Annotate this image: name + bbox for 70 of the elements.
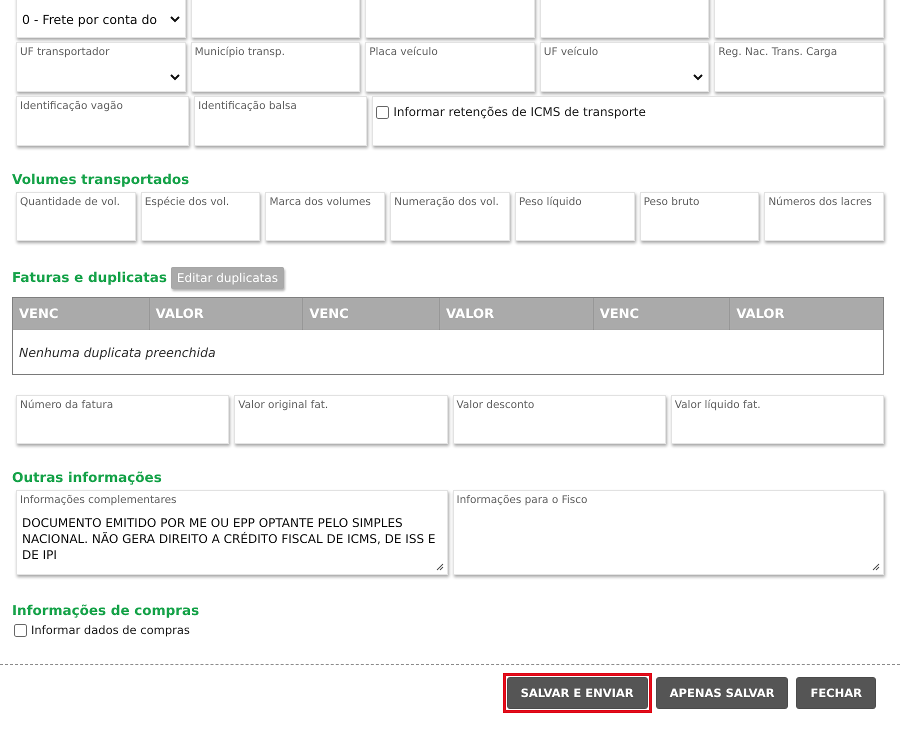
textarea-field[interactable]: Informações para o Fisco xyxy=(452,490,884,575)
input-field[interactable]: Valor original fat. xyxy=(234,395,448,444)
field-label: Espécie dos vol. xyxy=(144,195,230,209)
field-label: Peso bruto xyxy=(644,195,700,209)
field-label: Identificação vagão xyxy=(20,99,124,113)
chevron-down-icon xyxy=(170,74,180,81)
input-field[interactable] xyxy=(190,0,360,38)
action-button[interactable]: SALVAR E ENVIAR xyxy=(506,677,648,709)
textarea-value: DOCUMENTO EMITIDO POR ME OU EPP OPTANTE PELO SIMPLES NACIONAL. NÃO GERA DIREITO A CRÉDITO FISCAL DE ICMS, DE ISS E DE IPI xyxy=(21,515,436,563)
empty-message: Nenhuma duplicata preenchida xyxy=(19,344,216,360)
resize-grip-icon xyxy=(436,563,444,571)
input-field[interactable]: Município transp. xyxy=(190,42,360,92)
field-label: Informações para o Fisco xyxy=(456,493,588,507)
checkbox-label: Informar dados de compras xyxy=(31,623,190,637)
field-label: Informações complementares xyxy=(20,493,178,507)
input-field[interactable]: Quantidade de vol. xyxy=(16,192,136,241)
input-field[interactable]: Identificação balsa xyxy=(194,96,368,146)
field-label: Valor desconto xyxy=(456,398,536,412)
column-header: VENC xyxy=(303,298,440,330)
input-field[interactable]: Números dos lacres xyxy=(764,192,884,241)
input-field[interactable]: Reg. Nac. Trans. Carga xyxy=(714,42,884,92)
action-button[interactable]: FECHAR xyxy=(796,677,876,709)
input-field[interactable]: Numeração dos vol. xyxy=(390,192,510,241)
select-field[interactable]: UF veículo xyxy=(540,42,710,92)
select-field[interactable]: 0 - Frete por conta do xyxy=(16,0,186,38)
input-field[interactable]: Peso bruto xyxy=(640,192,760,241)
field-label: Reg. Nac. Trans. Carga xyxy=(718,45,838,59)
section-heading: Volumes transportados xyxy=(12,172,190,188)
column-header: VALOR xyxy=(440,298,594,330)
action-button[interactable]: APENAS SALVAR xyxy=(656,677,788,709)
input-field[interactable]: Identificação vagão xyxy=(16,96,190,146)
field-label: Município transp. xyxy=(194,45,286,59)
column-header: VALOR xyxy=(150,298,304,330)
input-field[interactable]: Valor líquido fat. xyxy=(670,395,884,444)
field-label: Numeração dos vol. xyxy=(394,195,500,209)
checkbox[interactable] xyxy=(14,624,27,636)
input-field[interactable]: Marca dos volumes xyxy=(265,192,386,241)
field-label: Quantidade de vol. xyxy=(20,195,121,209)
field-label: Valor original fat. xyxy=(238,398,330,412)
textarea-field[interactable]: Informações complementares DOCUMENTO EMITIDO POR ME OU EPP OPTANTE PELO SIMPLES NACIONAL. NÃO GERA DIREITO A CRÉDITO FISCAL DE ICMS, DE ISS E DE IPI xyxy=(16,490,448,575)
field-label: Placa veículo xyxy=(369,45,439,59)
field-label: UF veículo xyxy=(544,45,600,59)
input-field[interactable]: Placa veículo xyxy=(365,42,535,92)
input-field[interactable] xyxy=(714,0,884,38)
input-field[interactable]: Número da fatura xyxy=(16,395,230,444)
field-label: Identificação balsa xyxy=(198,99,298,113)
field-label: Números dos lacres xyxy=(768,195,873,209)
input-field[interactable] xyxy=(540,0,710,38)
field-label: Número da fatura xyxy=(20,398,114,412)
select-field[interactable]: UF transportador xyxy=(16,42,186,92)
section-heading: Faturas e duplicatas xyxy=(12,270,167,286)
column-header: VENC xyxy=(594,298,730,330)
select-value: 0 - Frete por conta do xyxy=(22,12,158,27)
field-label: UF transportador xyxy=(20,45,110,59)
input-field[interactable]: Peso líquido xyxy=(514,192,635,241)
field-label: Marca dos volumes xyxy=(269,195,372,209)
chevron-down-icon xyxy=(693,74,704,81)
input-field[interactable] xyxy=(365,0,535,38)
section-heading: Informações de compras xyxy=(12,603,200,619)
input-field[interactable]: Valor desconto xyxy=(452,395,666,444)
resize-grip-icon xyxy=(872,563,880,571)
column-header: VENC xyxy=(13,298,150,330)
section-heading: Outras informações xyxy=(12,470,163,486)
checkbox-label: Informar retenções de ICMS de transporte xyxy=(393,105,646,119)
column-header: VALOR xyxy=(735,306,786,324)
input-field[interactable]: Espécie dos vol. xyxy=(140,192,260,241)
checkbox[interactable] xyxy=(376,106,390,118)
field-label: Valor líquido fat. xyxy=(674,398,762,412)
chevron-down-icon xyxy=(170,16,180,23)
field-label: Peso líquido xyxy=(518,195,583,209)
